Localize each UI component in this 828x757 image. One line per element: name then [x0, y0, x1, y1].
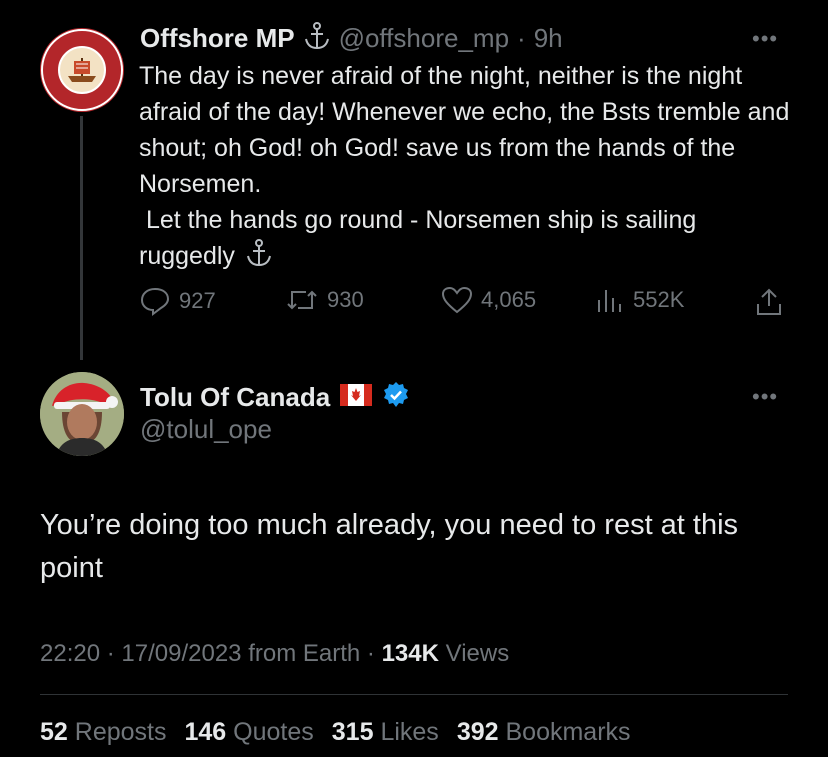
like-action[interactable]: 4,065: [441, 286, 536, 314]
bookmarks-stat[interactable]: 392 Bookmarks: [457, 718, 631, 747]
parent-avatar[interactable]: [40, 28, 124, 112]
reposts-count: 52: [40, 718, 68, 746]
parent-handle[interactable]: @offshore_mp: [339, 23, 509, 54]
repost-action[interactable]: 930: [285, 286, 364, 314]
heart-icon: [441, 286, 473, 314]
divider: [40, 694, 788, 695]
quotes-stat[interactable]: 146 Quotes: [184, 718, 313, 747]
reply-tweet-header: Tolu Of Canada: [140, 380, 410, 414]
reply-count: 927: [179, 288, 216, 313]
more-options-icon[interactable]: •••: [752, 26, 778, 52]
reposts-stat[interactable]: 52 Reposts: [40, 718, 166, 747]
likes-count: 315: [331, 718, 374, 746]
likes-stat[interactable]: 315 Likes: [332, 718, 439, 747]
parent-display-name[interactable]: Offshore MP: [140, 23, 295, 54]
thread-connector-line: [80, 116, 83, 360]
engagement-stats: 52 Reposts 146 Quotes 315 Likes 392 Book…: [40, 718, 631, 747]
views-total: 134K: [381, 640, 439, 667]
reply-handle[interactable]: @tolul_ope: [140, 414, 272, 445]
tweet-time[interactable]: 22:20: [40, 640, 100, 667]
tweet-meta: 22:20 · 17/09/2023 from Earth · 134K Vie…: [40, 640, 509, 668]
share-action[interactable]: [753, 286, 785, 318]
anchor-icon: [303, 21, 331, 56]
tweet-date[interactable]: 17/09/2023: [121, 640, 241, 667]
more-options-icon[interactable]: •••: [752, 384, 778, 410]
parent-tweet-header: Offshore MP @offshore_mp · 9h: [140, 21, 563, 56]
parent-tweet-body: The day is never afraid of the night, ne…: [139, 62, 790, 270]
repost-count: 930: [327, 287, 364, 312]
tweet-source: from Earth: [248, 640, 361, 667]
separator-dot: ·: [106, 640, 115, 667]
canada-flag-icon: [340, 383, 373, 411]
parent-action-bar: 927 930 4,065 552K: [139, 286, 789, 322]
views-count: 552K: [633, 287, 685, 312]
views-icon: [598, 290, 621, 312]
quotes-count: 146: [184, 718, 227, 746]
views-action[interactable]: 552K: [595, 286, 684, 314]
reposts-label: Reposts: [74, 718, 167, 746]
likes-label: Likes: [380, 718, 439, 746]
reply-avatar[interactable]: [40, 372, 124, 456]
like-count: 4,065: [481, 287, 537, 312]
verified-badge-icon: [382, 381, 410, 414]
reply-tweet-text: You’re doing too much already, you need …: [40, 509, 739, 584]
reply-display-name[interactable]: Tolu Of Canada: [140, 382, 330, 413]
offshore-marine-logo: [41, 29, 123, 111]
parent-tweet-text: The day is never afraid of the night, ne…: [139, 58, 799, 274]
reply-action[interactable]: 927: [139, 286, 216, 316]
share-icon: [757, 288, 781, 315]
separator-dot: ·: [366, 640, 375, 667]
parent-timestamp[interactable]: 9h: [534, 23, 563, 54]
repost-icon: [287, 290, 317, 310]
reply-icon: [140, 287, 170, 316]
user-photo: [40, 372, 124, 456]
bookmarks-label: Bookmarks: [505, 718, 631, 746]
bookmarks-count: 392: [456, 718, 499, 746]
views-label: Views: [445, 640, 510, 667]
quotes-label: Quotes: [233, 718, 314, 746]
separator-dot: ·: [517, 22, 526, 53]
anchor-icon: [242, 239, 276, 270]
